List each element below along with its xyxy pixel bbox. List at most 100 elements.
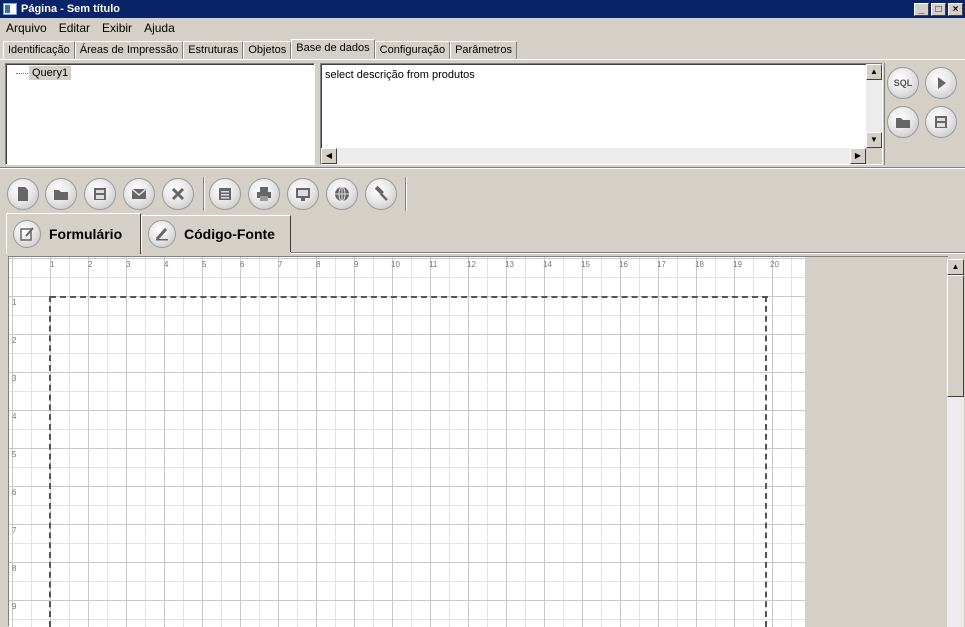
top-tab-strip: Identificação Áreas de Impressão Estrutu…	[3, 39, 517, 60]
ruler-h-4: 4	[164, 260, 169, 269]
build-button[interactable]	[365, 178, 397, 210]
maximize-button[interactable]: □	[931, 2, 946, 16]
toolbar-separator	[203, 177, 205, 211]
monitor-icon	[296, 188, 310, 201]
scroll-thumb[interactable]	[947, 275, 964, 397]
save-icon	[94, 188, 106, 200]
tree-item-query1[interactable]: Query1	[29, 66, 72, 80]
ruler-h-3: 3	[126, 260, 131, 269]
panel-divider	[0, 167, 965, 169]
tree-connector	[16, 73, 28, 74]
scroll-up-icon[interactable]: ▲	[947, 259, 964, 275]
save-button[interactable]	[84, 178, 116, 210]
sql-button[interactable]: SQL	[887, 67, 919, 99]
ruler-h-12: 12	[467, 260, 476, 269]
ruler-v-5: 5	[12, 450, 17, 459]
query-tree[interactable]: Query1	[5, 63, 315, 165]
scroll-right-icon[interactable]: ▶	[850, 148, 866, 164]
tab-base-de-dados[interactable]: Base de dados	[291, 39, 375, 60]
tab-baseline	[291, 252, 965, 254]
tab-identificacao[interactable]: Identificação	[3, 41, 75, 60]
close-icon	[171, 187, 185, 201]
menu-ajuda[interactable]: Ajuda	[138, 21, 181, 35]
play-icon	[938, 77, 946, 89]
scroll-left-icon[interactable]: ◀	[321, 148, 337, 164]
scroll-down-icon[interactable]: ▼	[866, 132, 882, 148]
open-button[interactable]	[45, 178, 77, 210]
menu-editar[interactable]: Editar	[53, 21, 96, 35]
ruler-v-2: 2	[12, 336, 17, 345]
ruler-h-10: 10	[391, 260, 400, 269]
ruler-h-11: 11	[429, 260, 438, 269]
page-border-top	[50, 296, 768, 298]
ruler-h-16: 16	[619, 260, 628, 269]
ruler-h-19: 19	[733, 260, 742, 269]
close-button[interactable]: ×	[948, 2, 963, 16]
tab-configuracao[interactable]: Configuração	[374, 41, 451, 60]
edit-form-icon	[13, 220, 41, 248]
tab-codigo-fonte-label: Código-Fonte	[184, 226, 275, 242]
minimize-button[interactable]: _	[914, 2, 929, 16]
tab-codigo-fonte[interactable]: Código-Fonte	[141, 215, 291, 252]
design-vertical-scrollbar[interactable]: ▲	[947, 259, 964, 627]
ruler-v-3: 3	[12, 374, 17, 383]
save-icon	[935, 116, 947, 128]
app-icon	[3, 3, 17, 15]
window-title: Página - Sem título	[21, 3, 121, 15]
ruler-h-18: 18	[695, 260, 704, 269]
menu-exibir[interactable]: Exibir	[96, 21, 138, 35]
menu-bar: Arquivo Editar Exibir Ajuda	[0, 19, 181, 37]
print-button[interactable]	[248, 178, 280, 210]
open-folder-icon	[54, 190, 68, 200]
sql-horizontal-scrollbar[interactable]: ◀ ▶	[321, 148, 866, 164]
ruler-h-8: 8	[316, 260, 321, 269]
web-button[interactable]	[326, 178, 358, 210]
title-bar: Página - Sem título _ □ ×	[0, 0, 965, 18]
close-document-button[interactable]	[162, 178, 194, 210]
page-border-left	[49, 296, 51, 627]
ruler-v-9: 9	[12, 602, 17, 611]
ruler-h-14: 14	[543, 260, 552, 269]
design-area: 1 2 3 4 5 6 7 8 9 10 11 12 13 14 15 16 1…	[8, 256, 964, 627]
ruler-h-6: 6	[240, 260, 245, 269]
ruler-h-7: 7	[278, 260, 283, 269]
ruler-h-15: 15	[581, 260, 590, 269]
folder-icon	[896, 118, 910, 128]
menu-arquivo[interactable]: Arquivo	[0, 21, 53, 35]
form-button[interactable]	[209, 178, 241, 210]
hammer-icon	[374, 185, 388, 201]
run-query-button[interactable]	[925, 67, 957, 99]
ruler-v-6: 6	[12, 488, 17, 497]
open-query-button[interactable]	[887, 106, 919, 138]
ruler-h-9: 9	[354, 260, 359, 269]
mail-button[interactable]	[123, 178, 155, 210]
scroll-up-icon[interactable]: ▲	[866, 64, 882, 80]
new-document-button[interactable]	[7, 178, 39, 210]
canvas-margin	[805, 257, 949, 627]
ruler-h-1: 1	[50, 260, 55, 269]
scroll-corner	[866, 148, 882, 164]
ruler-v-1: 1	[12, 298, 17, 307]
sql-text[interactable]: select descrição from produtos	[325, 69, 475, 81]
new-document-icon	[18, 187, 28, 201]
save-query-button[interactable]	[925, 106, 957, 138]
ruler-h-17: 17	[657, 260, 666, 269]
tab-areas-impressao[interactable]: Áreas de Impressão	[74, 41, 184, 60]
design-grid[interactable]	[9, 257, 805, 627]
sql-editor[interactable]: select descrição from produtos ▲ ▼ ◀ ▶	[320, 63, 883, 165]
tab-parametros[interactable]: Parâmetros	[450, 41, 517, 60]
tab-formulario[interactable]: Formulário	[6, 213, 141, 254]
ruler-h-2: 2	[88, 260, 93, 269]
mail-icon	[131, 188, 147, 199]
ruler-h-20: 20	[770, 260, 779, 269]
page-border-right	[765, 296, 767, 627]
sql-icon: SQL	[893, 78, 913, 88]
print-icon	[257, 187, 271, 201]
tab-objetos[interactable]: Objetos	[243, 41, 292, 60]
sql-vertical-scrollbar[interactable]: ▲ ▼	[866, 64, 882, 148]
preview-button[interactable]	[287, 178, 319, 210]
pencil-icon	[148, 220, 176, 248]
ruler-v-7: 7	[12, 526, 17, 535]
tab-estruturas[interactable]: Estruturas	[183, 41, 244, 60]
tab-formulario-label: Formulário	[49, 226, 123, 242]
